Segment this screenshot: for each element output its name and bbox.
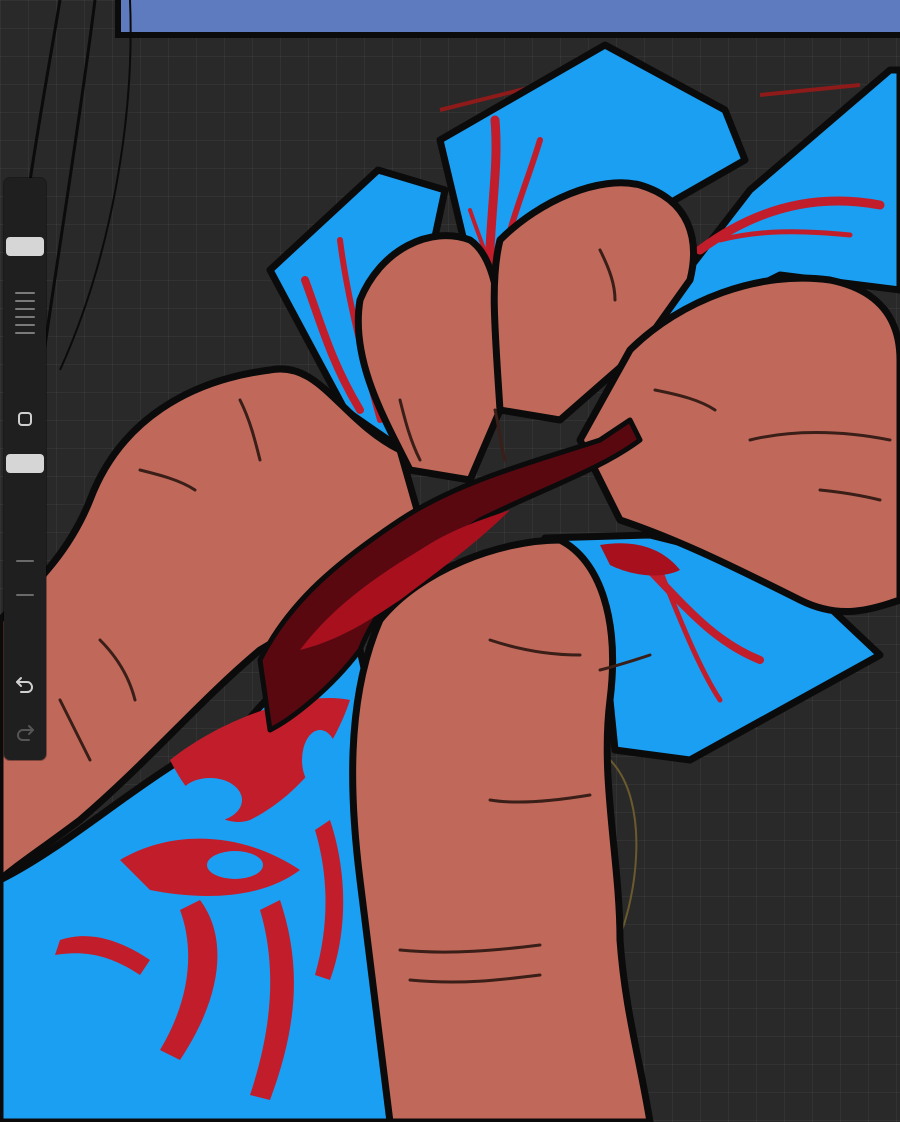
artwork [0,0,900,1122]
redo-arrow-icon [16,725,34,741]
drawing-app [0,0,900,1122]
opacity-tick [16,594,34,596]
undo-arrow-icon [16,677,34,693]
brush-opacity-slider[interactable] [4,448,46,648]
thumb [349,536,654,1122]
drawing-canvas[interactable] [0,0,900,1122]
brush-opacity-knob[interactable] [6,454,44,473]
opacity-tick [16,560,34,562]
brush-size-slider[interactable] [4,186,46,386]
brush-size-knob[interactable] [6,237,44,256]
sketch-stroke [759,83,861,97]
redo-button[interactable] [4,718,46,748]
top-panel [115,0,900,38]
modify-button[interactable] [4,404,46,434]
square-icon [18,412,32,426]
sketch-line [59,0,132,371]
brush-sidebar [4,178,46,760]
undo-button[interactable] [4,670,46,700]
sketch-line [38,0,97,381]
